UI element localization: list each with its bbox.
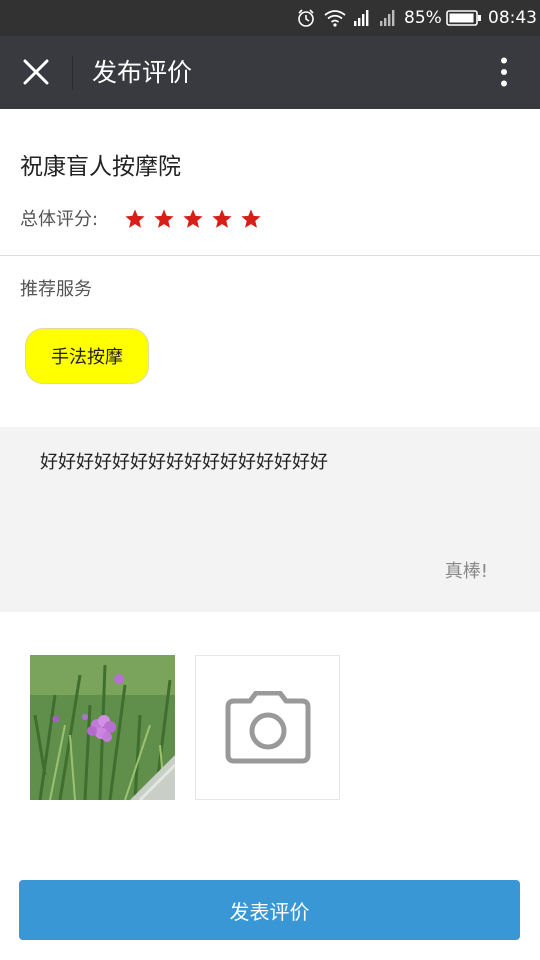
signal-icon	[378, 0, 398, 36]
service-label: 推荐服务	[20, 279, 92, 300]
title-bar: 发布评价	[0, 36, 540, 109]
close-button[interactable]	[14, 50, 58, 94]
alarm-icon	[296, 0, 316, 36]
battery-icon	[446, 0, 482, 36]
star-icon[interactable]	[124, 208, 146, 230]
star-icon[interactable]	[240, 208, 262, 230]
divider	[0, 255, 540, 256]
review-hint: 真棒!	[444, 561, 488, 582]
more-button[interactable]	[484, 50, 524, 94]
review-text: 好好好好好好好好好好好好好好好好	[40, 452, 328, 473]
rating-label: 总体评分:	[20, 209, 99, 230]
close-icon	[23, 59, 49, 85]
star-icon[interactable]	[211, 208, 233, 230]
review-textarea[interactable]: 好好好好好好好好好好好好好好好好 真棒!	[0, 427, 540, 612]
add-photo-button[interactable]	[195, 655, 340, 800]
service-tag[interactable]: 手法按摩	[25, 328, 149, 384]
submit-review-button[interactable]: 发表评价	[19, 880, 520, 940]
more-vertical-icon	[501, 57, 507, 87]
status-bar: 85% 08:43	[0, 0, 540, 36]
page-title: 发布评价	[92, 58, 193, 87]
clock: 08:43	[488, 8, 537, 28]
photo-thumbnail[interactable]	[30, 655, 175, 800]
shop-name: 祝康盲人按摩院	[20, 154, 181, 180]
star-icon[interactable]	[182, 208, 204, 230]
battery-percent: 85%	[404, 8, 442, 28]
star-rating[interactable]	[124, 208, 262, 230]
star-icon[interactable]	[153, 208, 175, 230]
camera-icon	[225, 690, 310, 763]
flower-photo	[30, 655, 175, 800]
title-divider	[72, 56, 73, 90]
signal-icon	[352, 0, 372, 36]
wifi-icon	[323, 0, 347, 36]
